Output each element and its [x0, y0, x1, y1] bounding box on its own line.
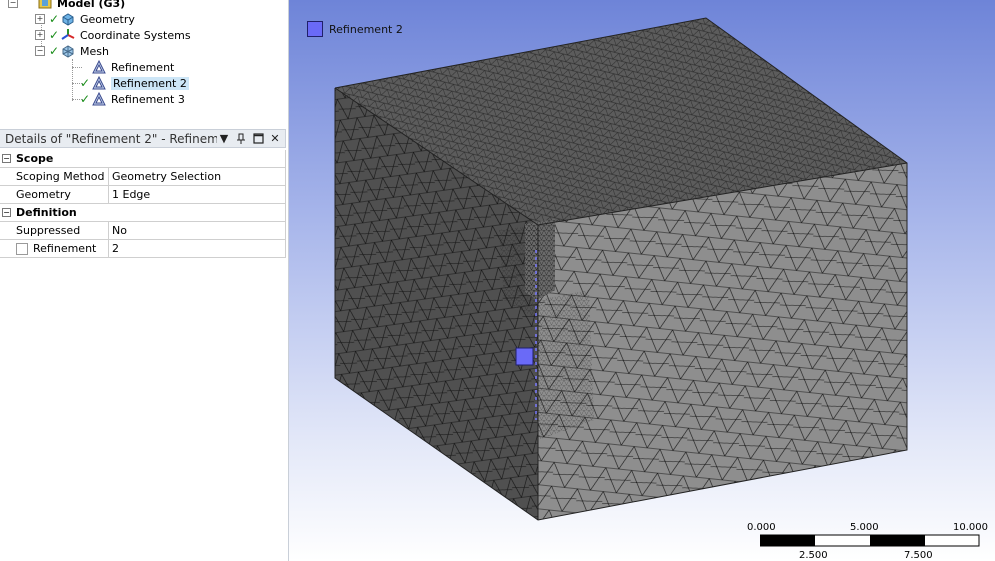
row-gutter: [0, 186, 13, 204]
checkmark-icon: ✓: [80, 76, 91, 90]
legend-swatch: [307, 21, 323, 37]
mesh-icon: [61, 44, 75, 58]
property-name: Refinement: [33, 242, 97, 255]
tree-item-refinement-2[interactable]: ✓ Refinement 2: [80, 75, 189, 91]
property-value[interactable]: 1 Edge: [109, 186, 286, 204]
details-title: Details of "Refinement 2" - Refineme: [5, 131, 217, 146]
scale-label: 2.500: [799, 550, 828, 561]
refinement-icon: [92, 59, 106, 74]
refinement-icon: [92, 91, 106, 106]
row-gutter: [0, 222, 13, 240]
category-row-scope[interactable]: − Scope: [0, 150, 286, 168]
category-row-definition[interactable]: − Definition: [0, 204, 286, 222]
tree-connector: [72, 59, 73, 101]
row-gutter: [0, 168, 13, 186]
scale-label: 7.500: [904, 550, 933, 561]
tree-label: Geometry: [80, 12, 135, 26]
tree-item-geometry[interactable]: + ✓ Geometry: [35, 11, 135, 27]
refinement-icon: [92, 75, 106, 90]
collapse-icon[interactable]: −: [0, 204, 13, 222]
model-icon: [38, 0, 52, 10]
property-row[interactable]: Geometry 1 Edge: [0, 186, 286, 204]
tree-label: Coordinate Systems: [80, 28, 191, 42]
outline-tree: − Model (G3) + ✓ Geometry + ✓ Coordinate…: [0, 0, 288, 120]
collapse-icon[interactable]: −: [35, 46, 45, 56]
tree-label: Refinement 2: [111, 76, 189, 90]
mesh-scene: [334, 17, 908, 521]
property-row[interactable]: Suppressed No: [0, 222, 286, 240]
row-gutter: [0, 240, 13, 258]
property-value[interactable]: No: [109, 222, 286, 240]
checkmark-icon: ✓: [49, 28, 60, 42]
property-value[interactable]: 2: [109, 240, 286, 258]
tree-item-model[interactable]: − Model (G3): [8, 0, 125, 11]
viewport-legend: Refinement 2: [307, 21, 403, 37]
checkmark-icon: ✓: [49, 44, 60, 58]
tree-label: Model (G3): [57, 0, 126, 10]
close-icon[interactable]: ✕: [268, 132, 282, 146]
legend-label: Refinement 2: [329, 22, 403, 36]
property-name-cell: Refinement: [13, 240, 109, 258]
property-row[interactable]: Scoping Method Geometry Selection: [0, 168, 286, 186]
tree-label: Refinement: [111, 60, 175, 74]
property-name: Scoping Method: [13, 168, 109, 186]
property-name: Suppressed: [13, 222, 109, 240]
scale-label: 5.000: [850, 522, 879, 533]
refinement-marker: [515, 347, 534, 366]
scale-bar: 0.000 5.000 10.000 2.500 7.500: [747, 522, 988, 561]
tree-label: Mesh: [80, 44, 109, 58]
collapse-icon[interactable]: −: [8, 0, 18, 8]
category-label: Scope: [13, 150, 286, 168]
collapse-icon[interactable]: −: [0, 150, 13, 168]
tree-item-mesh[interactable]: − ✓ Mesh: [35, 43, 109, 59]
checkmark-icon: ✓: [80, 92, 91, 106]
maximize-icon[interactable]: [251, 132, 265, 146]
tree-item-refinement[interactable]: Refinement: [80, 59, 174, 75]
geometry-icon: [61, 12, 75, 26]
category-label: Definition: [13, 204, 286, 222]
refined-region-mesh: [538, 290, 594, 440]
scale-label: 0.000: [747, 522, 776, 533]
tree-label: Refinement 3: [111, 92, 185, 106]
expand-icon[interactable]: +: [35, 14, 45, 24]
coordinate-system-icon: [61, 28, 75, 42]
tree-item-refinement-3[interactable]: ✓ Refinement 3: [80, 91, 185, 107]
details-panel-header: Details of "Refinement 2" - Refineme ▼ ✕: [0, 129, 286, 148]
checkmark-icon: ✓: [49, 12, 60, 26]
pin-icon[interactable]: [234, 132, 248, 146]
property-value[interactable]: Geometry Selection: [109, 168, 286, 186]
property-row[interactable]: Refinement 2: [0, 240, 286, 258]
expand-icon[interactable]: +: [35, 30, 45, 40]
scale-bar-graphic: [760, 534, 980, 547]
property-name: Geometry: [13, 186, 109, 204]
cube-right-mesh: [538, 163, 907, 520]
parameter-checkbox[interactable]: [16, 242, 28, 255]
tree-item-coordinate-systems[interactable]: + ✓ Coordinate Systems: [35, 27, 191, 43]
left-panel: − Model (G3) + ✓ Geometry + ✓ Coordinate…: [0, 0, 289, 561]
graphics-viewport[interactable]: Refinement 2 0.000 5.000 10.000 2.500 7.…: [289, 0, 995, 561]
dropdown-arrow-icon[interactable]: ▼: [217, 132, 231, 146]
scale-label: 10.000: [953, 522, 988, 533]
